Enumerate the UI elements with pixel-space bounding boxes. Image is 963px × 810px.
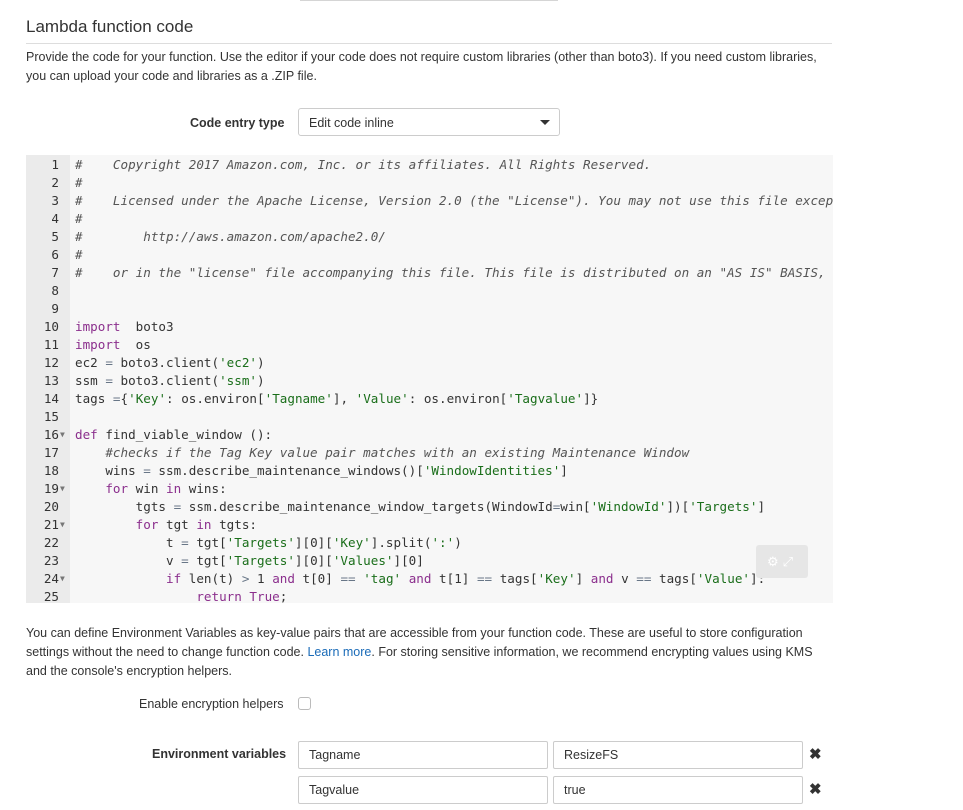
code-entry-type-select[interactable]: Edit code inline [298, 108, 560, 136]
line-number: 9 [51, 301, 59, 316]
caret-down-icon [540, 120, 550, 125]
code-line: 16 ▼ def find_viable_window (): [26, 426, 833, 444]
code-text: ec2 = boto3.client('ec2') [75, 355, 265, 370]
code-line: 19 ▼ for win in wins: [26, 480, 833, 498]
line-number: 2 [51, 175, 59, 190]
fold-arrow-icon[interactable]: ▼ [60, 480, 65, 498]
remove-variable-icon[interactable]: ✖ [809, 780, 822, 798]
line-number: 19 [43, 481, 59, 496]
line-number: 23 [43, 553, 59, 568]
line-number: 1 [51, 157, 59, 172]
title-divider [26, 43, 832, 44]
code-line: 13 ssm = boto3.client('ssm') [26, 372, 833, 390]
line-number: 5 [51, 229, 59, 244]
encryption-helpers-checkbox[interactable] [298, 697, 311, 710]
code-text: # or in the "license" file accompanying … [75, 265, 826, 280]
code-line: 24 ▼ if len(t) > 1 and t[0] == 'tag' and … [26, 570, 833, 588]
code-text: v = tgt['Targets'][0]['Values'][0] [75, 553, 424, 568]
code-line: 7 # or in the "license" file accompanying… [26, 264, 833, 282]
line-number: 8 [51, 283, 59, 298]
code-line: 1 # Copyright 2017 Amazon.com, Inc. or it… [26, 156, 833, 174]
env-key-input[interactable]: Tagname [298, 741, 548, 769]
line-number: 16 [43, 427, 59, 442]
code-text: #checks if the Tag Key value pair matche… [105, 445, 690, 460]
code-line: 23 v = tgt['Targets'][0]['Values'][0] [26, 552, 833, 570]
code-entry-type-label: Code entry type [190, 116, 285, 130]
section-title: Lambda function code [26, 17, 194, 36]
code-line: 9 [26, 300, 833, 318]
fold-arrow-icon[interactable]: ▼ [60, 570, 65, 588]
code-text: # http://aws.amazon.com/apache2.0/ [75, 229, 386, 244]
code-text: import boto3 [75, 319, 174, 334]
remove-variable-icon[interactable]: ✖ [809, 745, 822, 763]
code-line: 17 #checks if the Tag Key value pair mat… [26, 444, 833, 462]
line-number: 24 [43, 571, 59, 586]
code-line: 14 tags ={'Key': os.environ['Tagname'], '… [26, 390, 833, 408]
line-number: 12 [43, 355, 59, 370]
code-line: 6 # [26, 246, 833, 264]
code-line: 12 ec2 = boto3.client('ec2') [26, 354, 833, 372]
code-text: tags ={'Key': os.environ['Tagname'], 'Va… [75, 391, 599, 406]
env-value-input[interactable]: ResizeFS [553, 741, 803, 769]
line-number: 15 [43, 409, 59, 424]
code-text: # Copyright 2017 Amazon.com, Inc. or its… [75, 157, 652, 172]
line-number: 17 [43, 445, 59, 460]
code-line: 2 # [26, 174, 833, 192]
expand-icon: ⤢ [782, 554, 798, 569]
env-key-input[interactable]: Tagvalue [298, 776, 548, 804]
code-line: 15 [26, 408, 833, 426]
code-text: # [75, 175, 83, 190]
code-text: tgts = ssm.describe_maintenance_window_t… [75, 499, 766, 514]
code-text: # [75, 211, 83, 226]
code-text: # [75, 247, 83, 262]
line-number: 14 [43, 391, 59, 406]
code-text: if len(t) > 1 and t[0] == 'tag' and t[1]… [166, 571, 766, 586]
line-number: 22 [43, 535, 59, 550]
line-number: 3 [51, 193, 59, 208]
editor-settings-button[interactable]: ⚙⤢ [756, 545, 808, 578]
code-line: 4 # [26, 210, 833, 228]
code-text: import os [75, 337, 151, 352]
gear-icon: ⚙ [766, 554, 783, 569]
env-variables-label: Environment variables [152, 747, 287, 761]
code-text: ssm = boto3.client('ssm') [75, 373, 265, 388]
line-number: 25 [43, 589, 59, 603]
code-text: for tgt in tgts: [135, 517, 258, 532]
env-variables-description: You can define Environment Variables as … [26, 624, 836, 681]
line-number: 13 [43, 373, 59, 388]
code-line: 18 wins = ssm.describe_maintenance_windo… [26, 462, 833, 480]
code-entry-type-value: Edit code inline [309, 116, 394, 130]
code-text: t = tgt['Targets'][0]['Key'].split(':') [75, 535, 462, 550]
line-number: 4 [51, 211, 59, 226]
code-line: 8 [26, 282, 833, 300]
code-line: 5 # http://aws.amazon.com/apache2.0/ [26, 228, 833, 246]
fold-arrow-icon[interactable]: ▼ [60, 516, 65, 534]
section-description: Provide the code for your function. Use … [26, 50, 817, 83]
encryption-helpers-label: Enable encryption helpers [139, 697, 284, 711]
code-line: 20 tgts = ssm.describe_maintenance_windo… [26, 498, 833, 516]
line-number: 11 [43, 337, 59, 352]
code-text: def find_viable_window (): [75, 427, 273, 442]
top-divider [300, 0, 558, 1]
code-text: for win in wins: [105, 481, 227, 496]
line-number: 7 [51, 265, 59, 280]
learn-more-link[interactable]: Learn more [307, 645, 371, 659]
code-text: # Licensed under the Apache License, Ver… [75, 193, 833, 208]
code-editor[interactable]: 1 # Copyright 2017 Amazon.com, Inc. or it… [26, 155, 833, 603]
code-line: 25 return True; [26, 588, 833, 603]
code-line: 22 t = tgt['Targets'][0]['Key'].split(':… [26, 534, 833, 552]
line-number: 6 [51, 247, 59, 262]
code-text: return True; [196, 589, 288, 603]
line-number: 21 [43, 517, 59, 532]
fold-arrow-icon[interactable]: ▼ [60, 426, 65, 444]
code-line: 21 ▼ for tgt in tgts: [26, 516, 833, 534]
line-number: 10 [43, 319, 59, 334]
line-number: 20 [43, 499, 59, 514]
line-number: 18 [43, 463, 59, 478]
code-line: 11 import os [26, 336, 833, 354]
code-line: 10 import boto3 [26, 318, 833, 336]
code-text: wins = ssm.describe_maintenance_windows(… [75, 463, 568, 478]
env-value-input[interactable]: true [553, 776, 803, 804]
code-line: 3 # Licensed under the Apache License, Ve… [26, 192, 833, 210]
